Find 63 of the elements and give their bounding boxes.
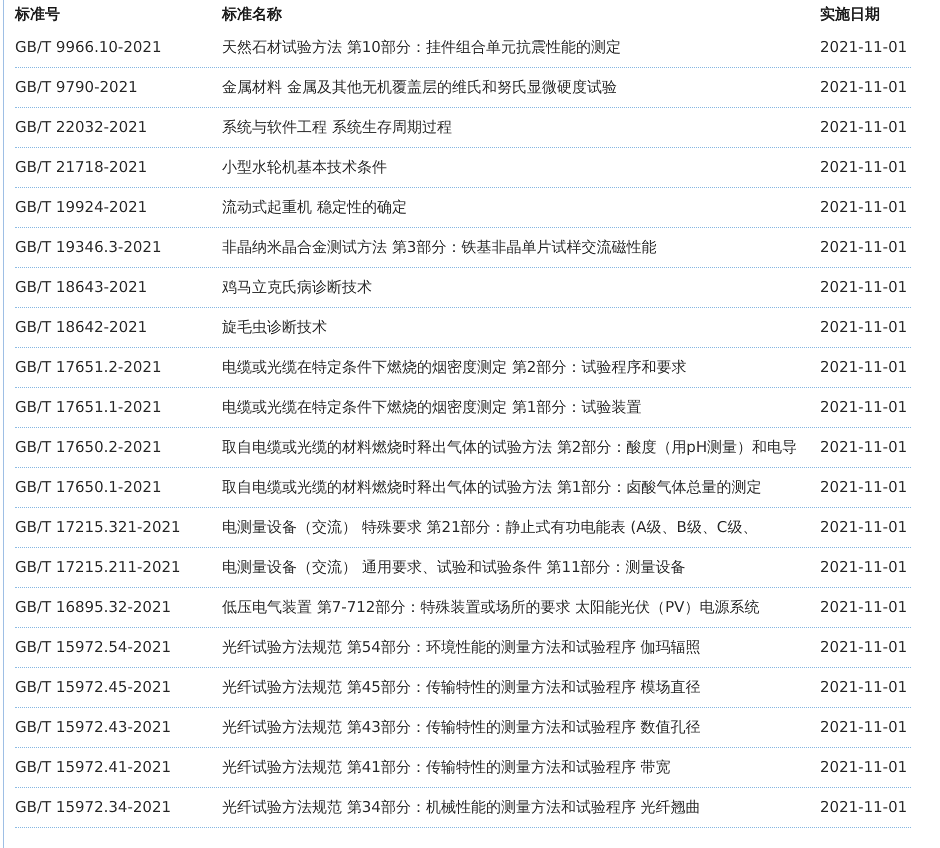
table-cell-text: GB/T 17215.321-2021 — [15, 517, 182, 538]
table-cell-text: 电缆或光缆在特定条件下燃烧的烟密度测定 第2部分：试验程序和要求 — [222, 357, 688, 378]
table-cell-text: 2021-11-01 — [820, 597, 908, 618]
table-cell-text: GB/T 17650.2-2021 — [15, 437, 163, 458]
table-cell-text: 2021-11-01 — [820, 37, 908, 58]
table-cell-text: 2021-11-01 — [820, 637, 908, 658]
table-cell-text: GB/T 17215.211-2021 — [15, 557, 182, 578]
table-cell-text: GB/T 15972.34-2021 — [15, 797, 172, 818]
table-cell-text: 2021-11-01 — [820, 357, 908, 378]
table-cell-text: GB/T 17650.1-2021 — [15, 477, 163, 498]
table-cell-text: GB/T 21718-2021 — [15, 157, 148, 178]
table-cell-text: 2021-11-01 — [820, 797, 908, 818]
table-cell-text: 2021-11-01 — [820, 317, 908, 338]
table-cell-text: 光纤试验方法规范 第34部分：机械性能的测量方法和试验程序 光纤翘曲 — [222, 797, 702, 818]
table-cell-text: 金属材料 金属及其他无机覆盖层的维氏和努氏显微硬度试验 — [222, 77, 618, 98]
column-header: 实施日期 — [820, 4, 881, 25]
table-cell-text: 小型水轮机基本技术条件 — [222, 157, 388, 178]
table-cell-text: GB/T 9966.10-2021 — [15, 37, 163, 58]
table-cell-text: GB/T 17651.1-2021 — [15, 397, 163, 418]
table-cell-text: 2021-11-01 — [820, 757, 908, 778]
table-cell-text: 取自电缆或光缆的材料燃烧时释出气体的试验方法 第1部分：卤酸气体总量的测定 — [222, 477, 762, 498]
table-cell-text: GB/T 18642-2021 — [15, 317, 148, 338]
table-cell-text: 流动式起重机 稳定性的确定 — [222, 197, 408, 218]
table-cell-text: 电测量设备（交流） 特殊要求 第21部分：静止式有功电能表 (A级、B级、C级、 — [222, 517, 758, 538]
table-cell-text: 2021-11-01 — [820, 197, 908, 218]
table-cell-text: 系统与软件工程 系统生存周期过程 — [222, 117, 453, 138]
table-cell-text: 电测量设备（交流） 通用要求、试验和试验条件 第11部分：测量设备 — [222, 557, 687, 578]
table-cell-text: 光纤试验方法规范 第54部分：环境性能的测量方法和试验程序 伽玛辐照 — [222, 637, 702, 658]
table-cell-text: 低压电气装置 第7-712部分：特殊装置或场所的要求 太阳能光伏（PV）电源系统 — [222, 597, 760, 618]
table-cell-text: 2021-11-01 — [820, 477, 908, 498]
table-cell-text: GB/T 15972.45-2021 — [15, 677, 172, 698]
table-cell-text: GB/T 15972.54-2021 — [15, 637, 172, 658]
table-cell-text: 2021-11-01 — [820, 237, 908, 258]
table-cell-text: 2021-11-01 — [820, 557, 908, 578]
table-cell-text: 电缆或光缆在特定条件下燃烧的烟密度测定 第1部分：试验装置 — [222, 397, 642, 418]
table-cell-text: 光纤试验方法规范 第43部分：传输特性的测量方法和试验程序 数值孔径 — [222, 717, 702, 738]
table-cell-text: 2021-11-01 — [820, 397, 908, 418]
table-cell-text: 鸡马立克氏病诊断技术 — [222, 277, 373, 298]
table-cell-text: GB/T 17651.2-2021 — [15, 357, 163, 378]
table-cell-text: GB/T 15972.41-2021 — [15, 757, 172, 778]
table-cell-text: 2021-11-01 — [820, 717, 908, 738]
column-header: 标准号 — [15, 4, 61, 25]
table-cell-text: 2021-11-01 — [820, 517, 908, 538]
table-cell-text: 取自电缆或光缆的材料燃烧时释出气体的试验方法 第2部分：酸度（用pH测量）和电导 — [222, 437, 798, 458]
table-cell-text: GB/T 16895.32-2021 — [15, 597, 172, 618]
table-cell-text: 2021-11-01 — [820, 157, 908, 178]
table-cell-text: 2021-11-01 — [820, 677, 908, 698]
table-cell-text: GB/T 22032-2021 — [15, 117, 148, 138]
table-cell-text: GB/T 18643-2021 — [15, 277, 148, 298]
table-cell-text: GB/T 19346.3-2021 — [15, 237, 163, 258]
table-cell-text: 2021-11-01 — [820, 77, 908, 98]
table-cell-text: 旋毛虫诊断技术 — [222, 317, 328, 338]
table-cell-text: 2021-11-01 — [820, 437, 908, 458]
column-header: 标准名称 — [222, 4, 283, 25]
table-cell-text: 2021-11-01 — [820, 117, 908, 138]
table-cell-text: GB/T 9790-2021 — [15, 77, 139, 98]
table-cell-text: 光纤试验方法规范 第45部分：传输特性的测量方法和试验程序 模场直径 — [222, 677, 702, 698]
table-cell-text: GB/T 19924-2021 — [15, 197, 148, 218]
table-cell-text: 非晶纳米晶合金测试方法 第3部分：铁基非晶单片试样交流磁性能 — [222, 237, 658, 258]
table-cell-text: 光纤试验方法规范 第41部分：传输特性的测量方法和试验程序 带宽 — [222, 757, 672, 778]
table-cell-text: 天然石材试验方法 第10部分：挂件组合单元抗震性能的测定 — [222, 37, 622, 58]
table-cell-text: 2021-11-01 — [820, 277, 908, 298]
table-cell-text: GB/T 15972.43-2021 — [15, 717, 172, 738]
